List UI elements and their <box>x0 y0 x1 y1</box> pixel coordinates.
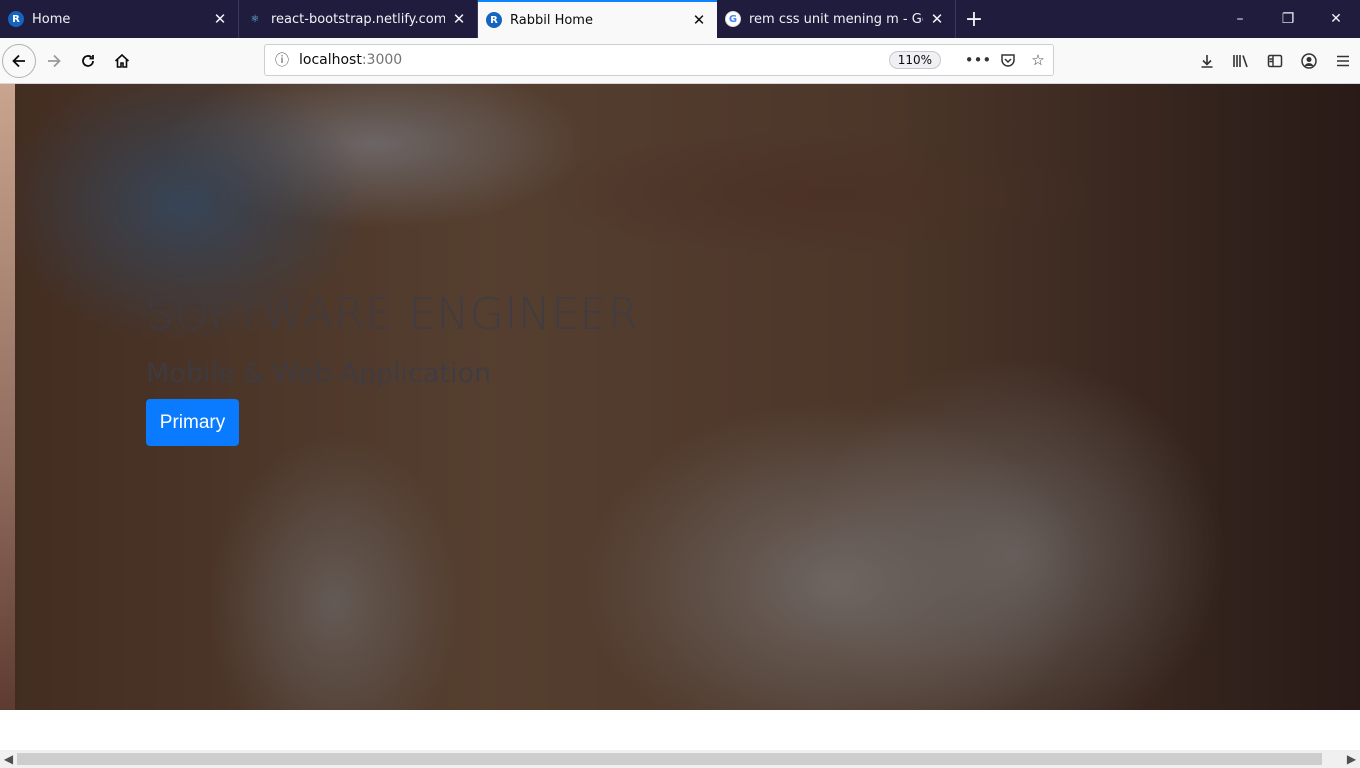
close-icon[interactable]: ✕ <box>929 10 945 28</box>
url-text[interactable]: localhost:3000 <box>299 52 889 68</box>
arrow-right-icon <box>48 54 61 68</box>
home-icon <box>114 53 130 68</box>
info-icon[interactable]: ⓘ <box>265 50 299 70</box>
google-logo-icon: G <box>725 11 741 27</box>
tab-title: Home <box>32 11 71 27</box>
window-controls: – ❐ ✕ <box>1216 0 1360 38</box>
rabbil-logo-icon: R <box>8 11 24 27</box>
react-bootstrap-logo-icon: ⚛ <box>250 13 260 25</box>
home-button[interactable] <box>105 44 139 78</box>
hero-title: SOFTWARE ENGINEER <box>146 289 639 340</box>
tab-home[interactable]: R Home ✕ <box>0 0 239 38</box>
tab-title: react-bootstrap.netlify.com/con <box>271 11 445 27</box>
pocket-icon[interactable] <box>993 52 1023 68</box>
scroll-left-arrow-icon[interactable]: ◀ <box>0 750 17 768</box>
tab-title: Rabbil Home <box>510 12 593 28</box>
forward-button[interactable] <box>37 44 71 78</box>
sidebar-icon[interactable] <box>1258 44 1292 78</box>
hero-left-edge <box>0 84 15 710</box>
new-tab-button[interactable]: + <box>956 0 992 38</box>
reload-button[interactable] <box>71 44 105 78</box>
rabbil-logo-icon: R <box>486 12 502 28</box>
url-port: :3000 <box>361 52 403 68</box>
url-host: localhost <box>299 52 362 68</box>
library-icon[interactable] <box>1224 44 1258 78</box>
toolbar-right <box>1190 44 1360 78</box>
close-icon[interactable]: ✕ <box>691 11 707 29</box>
horizontal-scrollbar[interactable]: ◀ ▶ <box>0 750 1360 768</box>
close-icon[interactable]: ✕ <box>451 10 467 28</box>
close-icon[interactable]: ✕ <box>212 10 228 28</box>
primary-button[interactable]: Primary <box>146 399 239 446</box>
minimize-button[interactable]: – <box>1216 0 1264 38</box>
more-actions-icon[interactable]: ••• <box>963 51 993 69</box>
scrollbar-thumb[interactable] <box>17 753 1322 765</box>
downloads-icon[interactable] <box>1190 44 1224 78</box>
tab-title: rem css unit mening m - Googl <box>749 11 923 27</box>
page-viewport: SOFTWARE ENGINEER Mobile & Web Applicati… <box>0 84 1360 768</box>
zoom-indicator[interactable]: 110% <box>888 51 941 69</box>
bookmark-star-icon[interactable]: ☆ <box>1023 51 1053 69</box>
hero-subtitle: Mobile & Web Application <box>146 358 492 389</box>
reload-icon <box>82 55 94 67</box>
tab-google-search[interactable]: G rem css unit mening m - Googl ✕ <box>717 0 956 38</box>
tab-react-bootstrap[interactable]: ⚛ react-bootstrap.netlify.com/con ✕ <box>239 0 478 38</box>
account-icon[interactable] <box>1292 44 1326 78</box>
menu-icon[interactable] <box>1326 44 1360 78</box>
navigation-toolbar: ⓘ localhost:3000 110% ••• ☆ <box>0 38 1360 84</box>
tab-strip: R Home ✕ ⚛ react-bootstrap.netlify.com/c… <box>0 0 1360 38</box>
tab-rabbil-home[interactable]: R Rabbil Home ✕ <box>478 0 717 38</box>
hero-content: SOFTWARE ENGINEER Mobile & Web Applicati… <box>146 289 639 446</box>
restore-button[interactable]: ❐ <box>1264 0 1312 38</box>
scroll-right-arrow-icon[interactable]: ▶ <box>1343 750 1360 768</box>
address-bar[interactable]: ⓘ localhost:3000 110% ••• ☆ <box>264 44 1054 76</box>
back-button[interactable] <box>2 44 36 78</box>
arrow-left-icon <box>12 54 25 68</box>
close-window-button[interactable]: ✕ <box>1312 0 1360 38</box>
